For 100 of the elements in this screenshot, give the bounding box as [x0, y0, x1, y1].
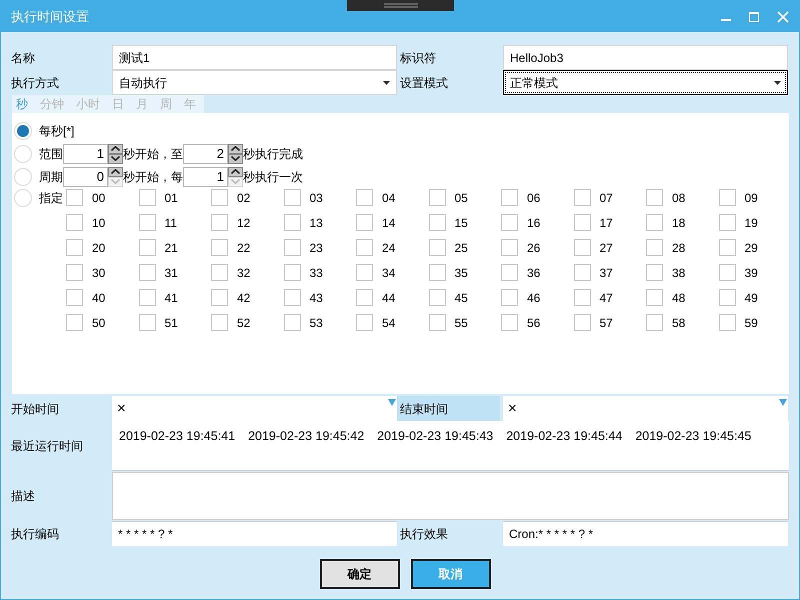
maximize-icon[interactable] [749, 12, 759, 22]
checkbox[interactable] [718, 314, 736, 331]
checkbox[interactable] [356, 314, 373, 331]
checkbox[interactable] [66, 239, 83, 256]
checkbox[interactable] [574, 214, 590, 231]
date-field[interactable]: × [503, 396, 788, 421]
input-field[interactable]: * * * * * ? * [112, 521, 397, 546]
spin-up-button[interactable] [228, 144, 243, 154]
checkbox[interactable] [284, 289, 300, 306]
checkbox[interactable] [211, 189, 228, 206]
checkbox[interactable] [66, 289, 83, 306]
description-field[interactable] [112, 472, 789, 520]
checkbox-label: 55 [454, 314, 468, 332]
checkbox[interactable] [284, 239, 300, 256]
checkbox[interactable] [646, 264, 663, 281]
checkbox[interactable] [501, 264, 518, 281]
checkbox[interactable] [501, 289, 518, 306]
checkbox[interactable] [138, 239, 156, 256]
checkbox[interactable] [428, 264, 446, 281]
checkbox[interactable] [66, 214, 83, 231]
checkbox[interactable] [284, 214, 300, 231]
checkbox[interactable] [501, 239, 518, 256]
input-field[interactable]: HelloJob3 [503, 45, 788, 70]
number-field[interactable]: 2 [183, 144, 228, 164]
checkbox[interactable] [646, 314, 663, 331]
radio-button[interactable] [14, 122, 32, 140]
dropdown[interactable]: 自动执行 [112, 70, 397, 95]
checkbox[interactable] [718, 264, 736, 281]
checkbox[interactable] [574, 289, 590, 306]
field-label: 开始时间 [11, 400, 59, 418]
dropdown-icon[interactable] [779, 399, 787, 406]
checkbox[interactable] [138, 214, 156, 231]
number-field[interactable]: 1 [183, 166, 228, 186]
drag-handle[interactable] [347, 0, 454, 11]
spin-down-button[interactable] [108, 154, 123, 164]
checkbox[interactable] [138, 264, 156, 281]
checkbox[interactable] [574, 264, 590, 281]
checkbox[interactable] [501, 189, 518, 206]
checkbox[interactable] [356, 289, 373, 306]
checkbox[interactable] [428, 214, 446, 231]
dropdown-icon[interactable] [388, 399, 396, 406]
checkbox[interactable] [574, 189, 590, 206]
checkbox[interactable] [66, 189, 83, 206]
checkbox-label: 57 [600, 314, 613, 332]
checkbox[interactable] [428, 189, 446, 206]
checkbox[interactable] [718, 239, 736, 256]
field-label: 设置模式 [400, 74, 448, 92]
checkbox[interactable] [284, 189, 300, 206]
checkbox[interactable] [501, 314, 518, 331]
number-field[interactable]: 1 [63, 144, 108, 164]
checkbox[interactable] [501, 214, 518, 231]
radio-button[interactable] [14, 168, 32, 186]
dropdown[interactable]: 正常模式 [503, 70, 788, 95]
radio-button[interactable] [14, 189, 32, 207]
checkbox[interactable] [428, 314, 446, 331]
checkbox[interactable] [211, 314, 228, 331]
checkbox[interactable] [284, 314, 300, 331]
checkbox[interactable] [356, 264, 373, 281]
date-field[interactable]: × [112, 396, 397, 421]
checkbox[interactable] [718, 214, 736, 231]
checkbox[interactable] [211, 214, 228, 231]
checkbox[interactable] [66, 314, 83, 331]
checkbox[interactable] [646, 289, 663, 306]
number-field[interactable]: 0 [63, 166, 108, 186]
checkbox[interactable] [646, 239, 663, 256]
checkbox[interactable] [284, 264, 300, 281]
checkbox-label: 35 [454, 264, 468, 282]
checkbox[interactable] [428, 239, 446, 256]
checkbox[interactable] [574, 239, 590, 256]
confirm-button[interactable]: 确定 [320, 559, 400, 589]
checkbox[interactable] [646, 214, 663, 231]
checkbox[interactable] [211, 239, 228, 256]
radio-button[interactable] [14, 144, 32, 162]
checkbox[interactable] [718, 189, 736, 206]
checkbox[interactable] [428, 289, 446, 306]
spin-up-button[interactable] [228, 166, 243, 176]
checkbox-label: 52 [237, 314, 250, 332]
checkbox[interactable] [356, 239, 373, 256]
checkbox[interactable] [356, 189, 373, 206]
checkbox[interactable] [211, 264, 228, 281]
checkbox[interactable] [211, 289, 228, 306]
spin-down-button[interactable] [228, 154, 243, 164]
input-field[interactable]: Cron:* * * * * ? * [503, 521, 788, 546]
spin-up-button[interactable] [108, 144, 123, 154]
checkbox[interactable] [66, 264, 83, 281]
checkbox[interactable] [646, 189, 663, 206]
checkbox[interactable] [718, 289, 736, 306]
checkbox[interactable] [138, 189, 156, 206]
checkbox[interactable] [356, 214, 373, 231]
spin-up-button[interactable] [108, 166, 123, 176]
clear-icon: × [117, 401, 126, 416]
option-label: 范围 [39, 146, 63, 162]
checkbox[interactable] [138, 314, 156, 331]
checkbox-label: 01 [164, 190, 178, 206]
checkbox-label: 14 [382, 214, 396, 232]
input-field[interactable]: 测试1 [112, 45, 397, 70]
close-icon[interactable] [777, 10, 789, 22]
checkbox[interactable] [138, 289, 156, 306]
checkbox[interactable] [574, 314, 590, 331]
checkbox-label: 54 [382, 314, 396, 332]
